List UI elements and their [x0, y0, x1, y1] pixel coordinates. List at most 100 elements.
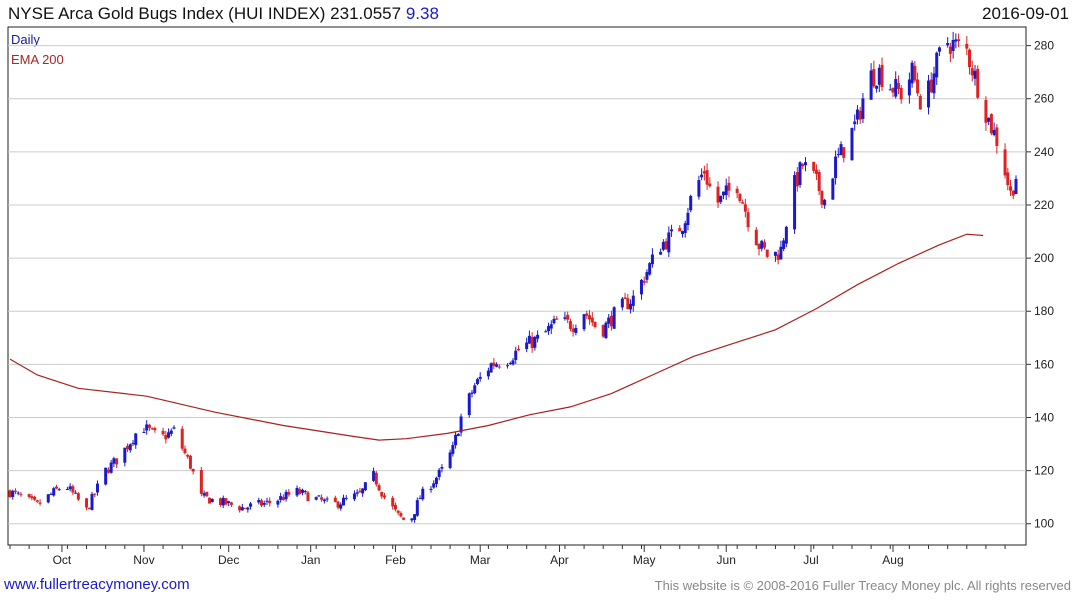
candlestick-series [8, 31, 1018, 523]
candle-body [87, 507, 91, 509]
candle-body [93, 493, 97, 495]
candle-body [421, 488, 425, 500]
copyright-notice: This website is © 2008-2016 Fuller Treac… [654, 578, 1071, 593]
candle-body [525, 342, 529, 350]
candle-body [697, 180, 701, 197]
candle-body [686, 212, 690, 226]
candle-body [126, 445, 130, 450]
candle-body [90, 494, 94, 510]
candle-body [629, 303, 633, 310]
candle-body [642, 280, 646, 283]
candle-body [54, 486, 58, 489]
x-tick-label: Jan [301, 553, 320, 567]
candle-body [262, 502, 266, 505]
candle-body [689, 195, 693, 211]
candle-body [779, 246, 783, 260]
candle-body [432, 483, 436, 488]
website-link[interactable]: www.fullertreacymoney.com [4, 576, 190, 593]
candle-body [470, 392, 474, 394]
candle-body [910, 62, 914, 84]
candle-body [229, 502, 233, 505]
candle-body [295, 487, 299, 496]
y-tick-label: 240 [1034, 145, 1054, 159]
candle-body [869, 70, 873, 100]
candle-body [700, 174, 704, 178]
candle-body [104, 467, 108, 485]
candle-body [763, 242, 766, 248]
candle-body [199, 470, 203, 494]
candle-body [776, 254, 780, 260]
candle-body [639, 279, 643, 295]
candle-body [951, 40, 955, 51]
candle-body [473, 385, 477, 394]
candle-body [355, 492, 359, 494]
candle-body [831, 178, 835, 200]
ema-200-line [9, 233, 984, 441]
candle-body [314, 497, 318, 500]
candle-body [875, 85, 879, 89]
candle-body [393, 504, 397, 510]
candle-body [317, 495, 321, 497]
candle-body [106, 469, 110, 473]
candle-body [191, 468, 195, 472]
y-tick-label: 220 [1034, 198, 1054, 212]
x-tick-label: Mar [470, 553, 491, 567]
candle-body [547, 326, 551, 332]
candle-body [533, 336, 537, 348]
gridlines [8, 45, 1026, 525]
candle-body [680, 231, 684, 235]
candle-body [536, 334, 540, 339]
candle-body [664, 241, 668, 250]
candle-body [57, 489, 61, 491]
candle-body [607, 317, 611, 324]
candle-body [861, 98, 865, 119]
candle-body [342, 497, 346, 506]
candle-body [147, 424, 151, 428]
candle-body [527, 335, 531, 344]
candle-body [784, 226, 788, 244]
candle-body [202, 493, 206, 496]
x-tick-label: Feb [385, 553, 406, 567]
candle-body [880, 64, 884, 88]
candle-body [896, 82, 900, 89]
candle-body [440, 467, 444, 469]
candle-body [891, 87, 895, 93]
x-tick-label: Dec [218, 553, 239, 567]
x-tick-label: Jul [803, 553, 818, 567]
candle-body [115, 458, 119, 465]
candle-body [973, 70, 977, 79]
candle-body [454, 434, 458, 446]
candle-body [109, 462, 113, 473]
candle-body [946, 43, 950, 46]
candle-body [1011, 190, 1015, 196]
candle-body [588, 315, 592, 320]
candle-body [995, 127, 999, 147]
candle-body [853, 121, 857, 125]
candle-body [402, 517, 406, 520]
candle-body [648, 263, 652, 275]
candle-body [571, 328, 575, 332]
candle-body [486, 370, 490, 377]
candle-body [968, 49, 972, 68]
candle-body [30, 496, 34, 499]
candle-body [339, 504, 343, 509]
candle-body [372, 471, 376, 481]
plot-frame [7, 26, 1027, 546]
candle-body [74, 492, 78, 494]
y-axis: 100 120 140 160 180 200 220 240 260 280 [1026, 39, 1054, 531]
candle-body [757, 244, 761, 250]
candle-body [609, 315, 613, 327]
candle-body [965, 43, 969, 49]
candle-body [448, 452, 452, 468]
candle-body [708, 183, 712, 187]
candle-body [377, 485, 381, 491]
candle-body [489, 363, 493, 373]
candle-body [128, 444, 132, 451]
x-tick-label: Apr [550, 553, 569, 567]
candle-body [516, 348, 520, 351]
candle-body [336, 501, 340, 508]
candle-body [678, 228, 682, 232]
candle-body [434, 477, 438, 485]
candle-body [249, 503, 253, 507]
candle-body [437, 469, 441, 478]
